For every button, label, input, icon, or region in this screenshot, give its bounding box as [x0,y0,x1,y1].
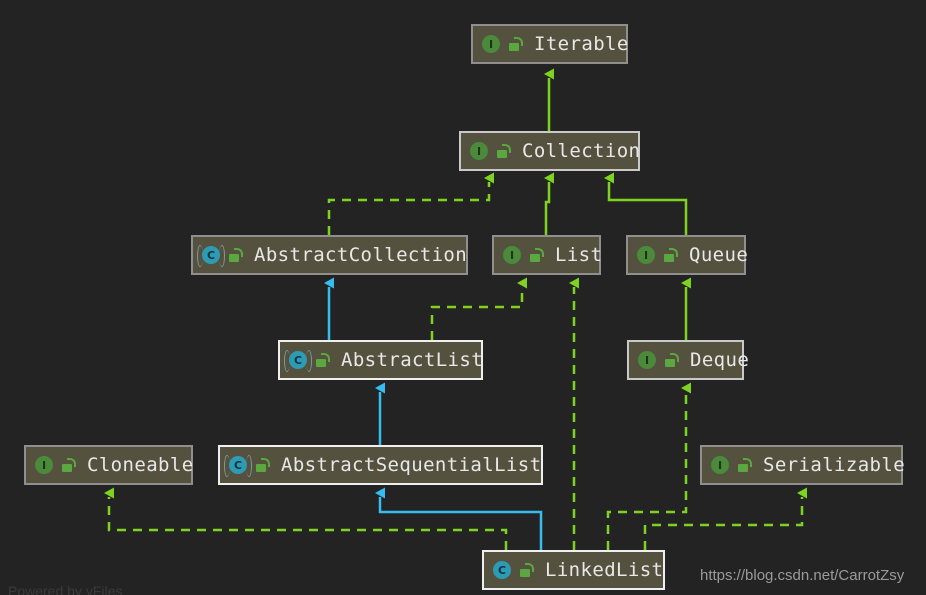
interface-icon: I [470,142,488,160]
watermark-url: https://blog.csdn.net/CarrotZsy [700,567,905,584]
edge-linkedlist-abstractsequentiallist [375,487,543,550]
interface-icon: I [711,456,729,474]
unlock-icon [738,458,752,472]
node-label: Iterable [534,33,629,55]
edge-queue-collection [604,172,688,235]
node-deque[interactable]: I Deque [627,340,749,380]
node-label: AbstractSequentialList [281,454,542,476]
node-iterable[interactable]: I Iterable [471,24,628,64]
edge-list-collection [544,172,554,235]
unlock-icon [665,353,679,367]
edge-abstractlist-list [430,277,527,340]
node-queue[interactable]: I Queue [626,235,749,275]
node-abstract-list[interactable]: C AbstractList [278,340,483,380]
unlock-icon [664,248,678,262]
powered-by-label: Powered by yFiles [8,583,123,595]
node-label: List [555,244,603,266]
interface-icon: I [503,246,521,264]
node-collection[interactable]: I Collection [459,131,640,171]
unlock-icon [509,37,523,51]
diagram-canvas: I Iterable I Collection C AbstractCollec… [0,0,926,595]
interface-icon: I [482,35,500,53]
unlock-icon [316,353,330,367]
unlock-icon [530,248,544,262]
node-label: Queue [689,244,749,266]
node-abstract-sequential-list[interactable]: C AbstractSequentialList [218,445,543,485]
unlock-icon [256,458,270,472]
node-label: Cloneable [87,454,194,476]
node-serializable[interactable]: I Serializable [700,445,906,485]
abstract-class-icon: C [224,455,252,477]
node-label: AbstractList [341,349,484,371]
interface-icon: I [638,351,656,369]
node-label: LinkedList [545,559,664,581]
edge-linkedlist-deque [606,382,691,550]
edge-linkedlist-serializable [643,487,807,550]
node-cloneable[interactable]: I Cloneable [24,445,193,485]
edge-abstractcollection-collection [327,172,494,235]
unlock-icon [497,144,511,158]
unlock-icon [520,563,534,577]
interface-icon: I [35,456,53,474]
node-label: Serializable [763,454,906,476]
class-icon: C [493,561,511,579]
node-list[interactable]: I List [492,235,603,275]
abstract-class-icon: C [284,350,312,372]
node-label: Collection [522,140,641,162]
node-linked-list[interactable]: C LinkedList [482,550,665,590]
abstract-class-icon: C [197,245,225,267]
interface-icon: I [637,246,655,264]
edge-layer [104,68,807,550]
node-abstract-collection[interactable]: C AbstractCollection [191,235,468,275]
unlock-icon [62,458,76,472]
edge-linkedlist-cloneable [104,487,508,550]
node-label: AbstractCollection [254,244,468,266]
unlock-icon [229,248,243,262]
node-label: Deque [690,349,750,371]
